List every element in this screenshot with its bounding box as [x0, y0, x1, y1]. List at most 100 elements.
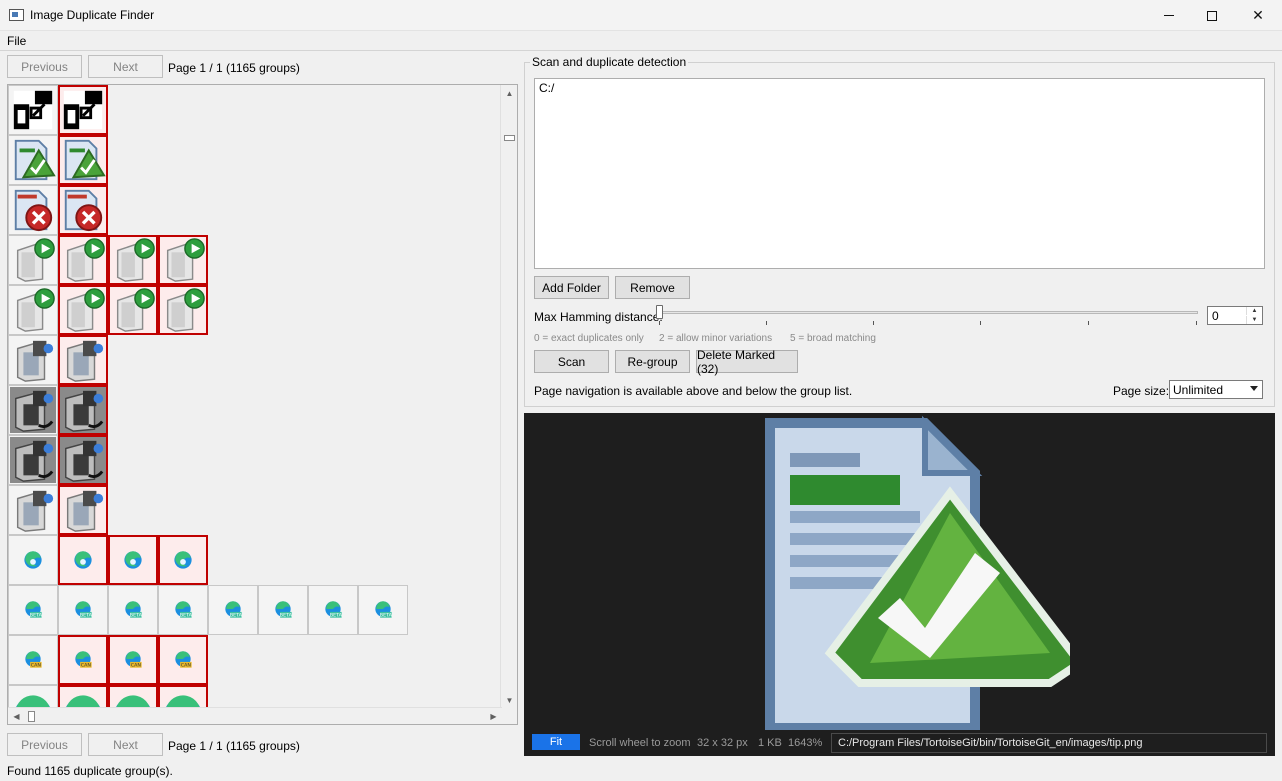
add-folder-button[interactable]: Add Folder — [534, 276, 609, 299]
thumbnail[interactable]: BETA — [258, 585, 308, 635]
close-button[interactable]: ✕ — [1235, 0, 1281, 31]
slider-tick — [1088, 321, 1089, 325]
previous-page-button-top[interactable]: Previous — [7, 55, 82, 78]
marked-thumbnail[interactable]: CAN — [58, 635, 108, 685]
edge-canary-icon: CAN — [175, 651, 192, 669]
hamming-spinbox[interactable]: 0 ▲ ▼ — [1207, 306, 1263, 325]
scan-button[interactable]: Scan — [534, 350, 609, 373]
page-info-bottom: Page 1 / 1 (1165 groups) — [168, 739, 300, 753]
marked-thumbnail[interactable] — [158, 285, 208, 335]
server-play-icon — [166, 238, 205, 282]
thumbnail[interactable] — [8, 335, 58, 385]
marked-thumbnail[interactable] — [58, 385, 108, 435]
edge-large-icon — [15, 695, 51, 709]
marked-thumbnail[interactable] — [108, 535, 158, 585]
thumbnail[interactable]: BETA — [308, 585, 358, 635]
thumbnail[interactable] — [8, 685, 58, 709]
minimize-button[interactable] — [1146, 0, 1192, 31]
previous-page-button-bottom[interactable]: Previous — [7, 733, 82, 756]
maximize-button[interactable] — [1189, 0, 1235, 31]
horizontal-scroll-thumb[interactable] — [28, 711, 35, 722]
regroup-button[interactable]: Re-group — [615, 350, 690, 373]
marked-thumbnail[interactable] — [58, 535, 108, 585]
remove-folder-button[interactable]: Remove — [615, 276, 690, 299]
thumbnail[interactable] — [8, 235, 58, 285]
thumbnail[interactable]: BETA — [358, 585, 408, 635]
marked-thumbnail[interactable] — [58, 285, 108, 335]
thumbnail[interactable]: BETA — [108, 585, 158, 635]
edge-icon — [174, 551, 192, 569]
thumbnail[interactable] — [8, 85, 58, 135]
zoom-level: 1643% — [788, 737, 823, 749]
marked-thumbnail[interactable] — [58, 85, 108, 135]
edge-large-icon — [65, 695, 101, 709]
thumbnail[interactable]: BETA — [208, 585, 258, 635]
svg-text:BETA: BETA — [380, 613, 393, 619]
thumbnail[interactable]: BETA — [158, 585, 208, 635]
page-size-value: Unlimited — [1173, 383, 1224, 397]
thumbnail[interactable] — [8, 185, 58, 235]
thumbnail[interactable]: BETA — [8, 585, 58, 635]
marked-thumbnail[interactable] — [158, 235, 208, 285]
thumbnail[interactable] — [8, 285, 58, 335]
edge-large-icon — [115, 695, 151, 709]
duplicate-groups-list[interactable]: BETA BETA BETA BETA BETA BETA BETA BETA CAN CAN CA… — [7, 84, 518, 725]
edge-beta-icon: BETA — [125, 601, 143, 619]
scroll-right-arrow-icon[interactable]: ▶ — [485, 708, 502, 724]
thumbnail[interactable]: BETA — [58, 585, 108, 635]
marked-thumbnail[interactable] — [58, 435, 108, 485]
status-bar: Found 1165 duplicate group(s). — [7, 764, 173, 778]
thumbnail[interactable] — [8, 135, 58, 185]
marked-thumbnail[interactable] — [58, 335, 108, 385]
marked-thumbnail[interactable] — [58, 235, 108, 285]
slider-tick — [873, 321, 874, 325]
vertical-scrollbar[interactable]: ▲ ▼ — [500, 85, 517, 709]
marked-thumbnail[interactable]: CAN — [158, 635, 208, 685]
thumbnail[interactable] — [8, 485, 58, 535]
hint-broad: 5 = broad matching — [790, 333, 876, 344]
thumbnail[interactable]: CAN — [8, 635, 58, 685]
image-path-field[interactable]: C:/Program Files/TortoiseGit/bin/Tortois… — [831, 733, 1267, 753]
image-preview[interactable] — [524, 413, 1275, 756]
menu-file[interactable]: File — [7, 34, 26, 48]
svg-text:CAN: CAN — [81, 663, 92, 669]
page-size-select[interactable]: Unlimited — [1169, 380, 1263, 399]
group-row — [8, 535, 502, 585]
qr-shortcut-icon — [63, 90, 103, 130]
folder-list[interactable]: C:/ — [534, 78, 1265, 269]
spin-down-icon[interactable]: ▼ — [1246, 316, 1262, 324]
scroll-down-arrow-icon[interactable]: ▼ — [501, 692, 517, 709]
scroll-up-arrow-icon[interactable]: ▲ — [501, 85, 517, 102]
folder-item[interactable]: C:/ — [539, 81, 1260, 95]
thumbnail[interactable] — [8, 385, 58, 435]
marked-thumbnail[interactable] — [108, 685, 158, 709]
marked-thumbnail[interactable]: CAN — [108, 635, 158, 685]
spin-up-icon[interactable]: ▲ — [1246, 307, 1262, 315]
fit-button[interactable]: Fit — [532, 734, 580, 750]
thumbnail[interactable] — [8, 435, 58, 485]
group-row — [8, 335, 502, 385]
marked-thumbnail[interactable] — [58, 185, 108, 235]
next-page-button-bottom[interactable]: Next — [88, 733, 163, 756]
marked-thumbnail[interactable] — [108, 235, 158, 285]
marked-thumbnail[interactable] — [58, 485, 108, 535]
hamming-slider-handle[interactable] — [656, 305, 663, 319]
scroll-left-arrow-icon[interactable]: ◀ — [8, 708, 25, 724]
group-row: CAN CAN CAN CAN — [8, 635, 502, 685]
marked-thumbnail[interactable] — [58, 685, 108, 709]
thumbnail[interactable] — [8, 535, 58, 585]
group-row — [8, 435, 502, 485]
delete-marked-button[interactable]: Delete Marked (32) — [696, 348, 798, 376]
scan-group-title: Scan and duplicate detection — [530, 55, 689, 69]
marked-thumbnail[interactable] — [58, 135, 108, 185]
vertical-scroll-thumb[interactable] — [504, 135, 515, 141]
horizontal-scrollbar[interactable]: ◀ ▶ — [8, 707, 502, 724]
marked-thumbnail[interactable] — [158, 535, 208, 585]
title-bar: Image Duplicate Finder ✕ — [0, 0, 1282, 31]
doc-error-icon — [64, 189, 103, 232]
marked-thumbnail[interactable] — [108, 285, 158, 335]
hamming-slider-track[interactable] — [660, 311, 1198, 314]
marked-thumbnail[interactable] — [158, 685, 208, 709]
svg-text:BETA: BETA — [80, 613, 93, 619]
next-page-button-top[interactable]: Next — [88, 55, 163, 78]
